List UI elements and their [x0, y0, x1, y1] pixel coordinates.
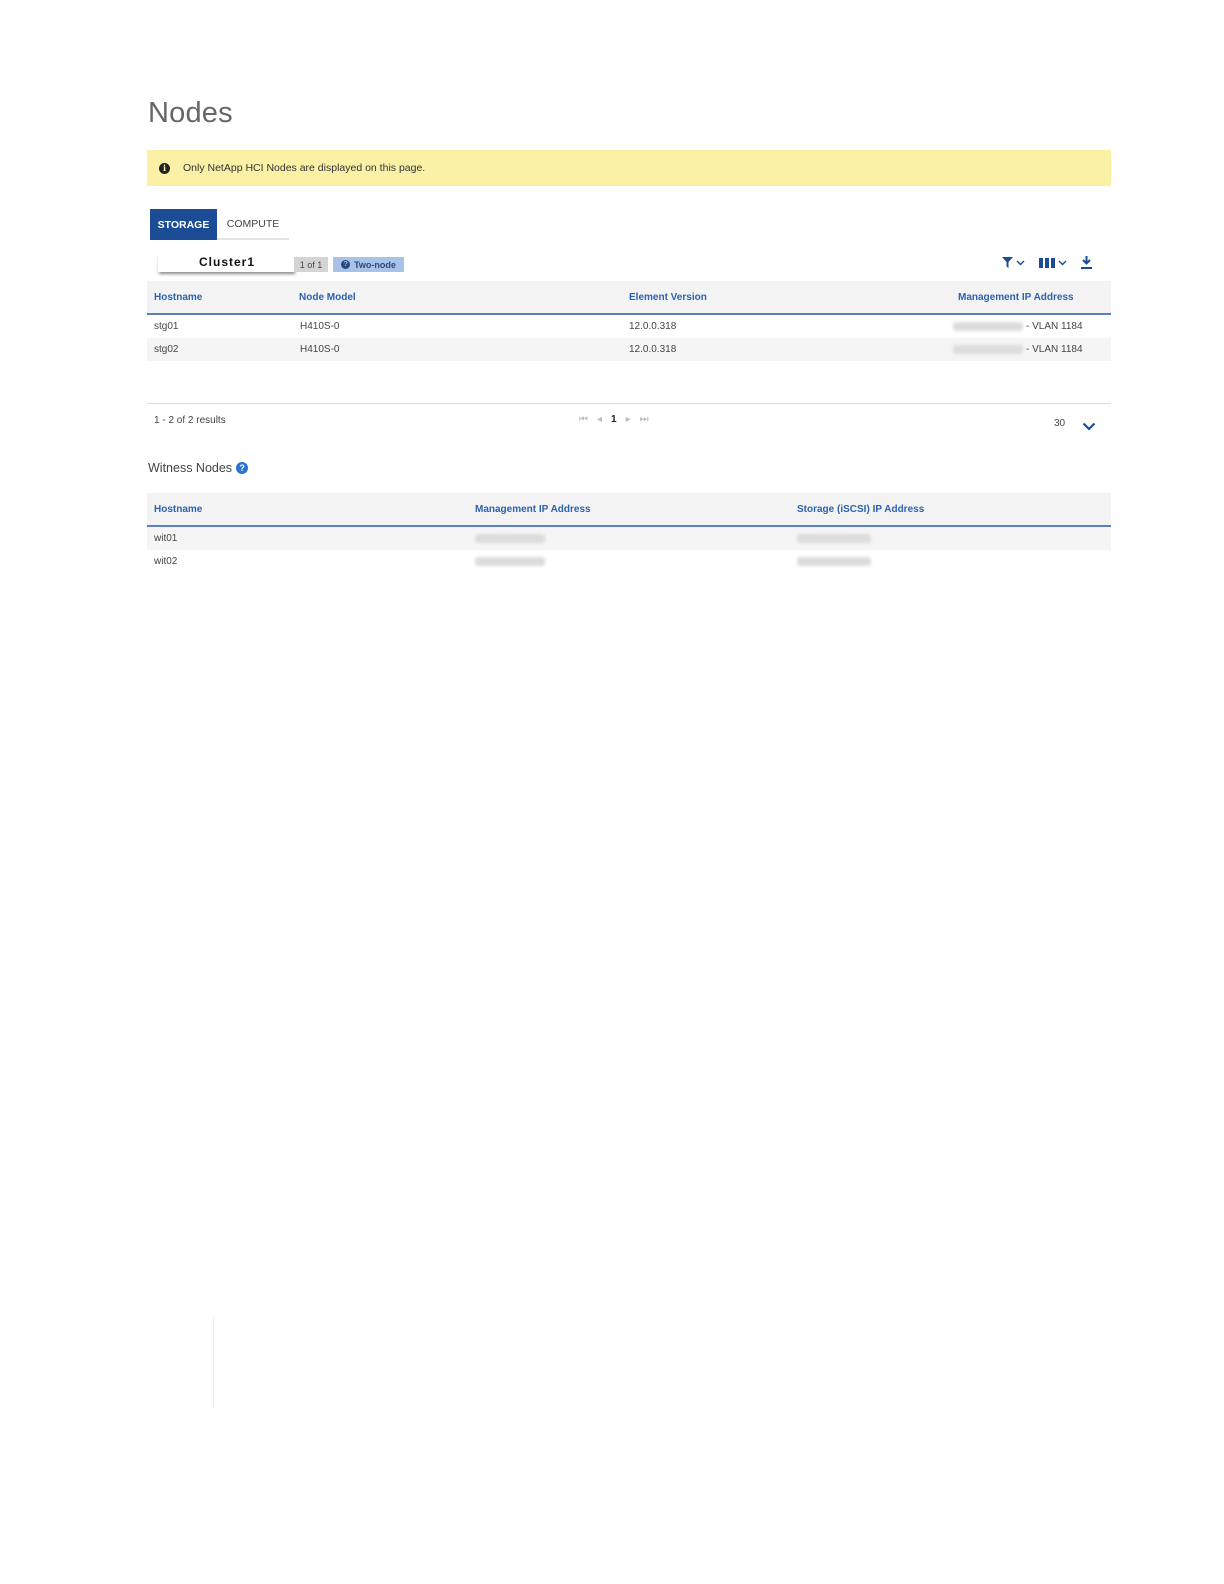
table-row[interactable]: stg02 H410S-0 12.0.0.318 - VLAN 1184 [147, 338, 1111, 361]
help-icon[interactable]: ? [236, 462, 249, 474]
tab-compute[interactable]: COMPUTE [217, 209, 289, 240]
column-header-hostname[interactable]: Hostname [147, 292, 293, 303]
witness-nodes-title: Witness Nodes [148, 461, 233, 475]
first-page-icon[interactable]: ⏮ [579, 414, 588, 425]
column-header-hostname[interactable]: Hostname [147, 504, 468, 515]
current-page[interactable]: 1 [611, 414, 617, 425]
download-button[interactable] [1081, 256, 1092, 269]
info-icon: i [159, 162, 170, 174]
witness-nodes-table: Hostname Management IP Address Storage (… [147, 493, 1111, 573]
results-count: 1 - 2 of 2 results [154, 415, 226, 426]
storage-ip-cell [789, 556, 1111, 567]
storage-ip-cell [789, 533, 1111, 544]
chevron-down-icon [1058, 260, 1067, 265]
download-icon [1081, 256, 1092, 269]
filter-button[interactable] [1002, 257, 1025, 268]
witness-nodes-heading: Witness Nodes ? [148, 461, 249, 475]
page-title: Nodes [148, 97, 233, 130]
node-model-cell: H410S-0 [300, 344, 340, 355]
column-header-node-model[interactable]: Node Model [293, 292, 623, 303]
table-row[interactable]: wit02 [147, 550, 1111, 573]
banner-message: Only NetApp HCI Nodes are displayed on t… [183, 162, 426, 174]
hostname-cell: stg01 [154, 321, 179, 332]
table-row[interactable]: stg01 H410S-0 12.0.0.318 - VLAN 1184 [147, 315, 1111, 338]
cluster-selector-row: Cluster1 1 of 1 ? Two-node [150, 252, 1110, 276]
prev-page-icon[interactable]: ◂ [597, 414, 602, 425]
divider [213, 1318, 214, 1408]
hostname-cell: wit01 [154, 533, 178, 544]
storage-nodes-table: Hostname Node Model Element Version Mana… [147, 281, 1111, 361]
node-type-tabs: STORAGE COMPUTE [150, 209, 289, 240]
management-ip-cell [468, 533, 789, 544]
chevron-down-icon [1082, 422, 1096, 431]
table-header: Hostname Management IP Address Storage (… [147, 493, 1111, 527]
filter-icon [1002, 257, 1013, 268]
table-header: Hostname Node Model Element Version Mana… [147, 281, 1111, 315]
pagination-divider [147, 403, 1111, 404]
redacted-ip [953, 344, 1023, 354]
management-ip-cell: - VLAN 1184 [953, 344, 1111, 355]
element-version-cell: 12.0.0.318 [629, 344, 677, 355]
last-page-icon[interactable]: ⏭ [640, 414, 649, 425]
hostname-cell: wit02 [154, 556, 178, 567]
tab-storage[interactable]: STORAGE [150, 209, 217, 240]
per-page-dropdown[interactable] [1082, 418, 1096, 436]
column-header-management-ip[interactable]: Management IP Address [953, 292, 1111, 303]
redacted-ip [475, 556, 545, 566]
management-ip-cell [468, 556, 789, 567]
redacted-ip [475, 533, 545, 543]
table-toolbar [1002, 256, 1092, 269]
pagination-controls: ⏮ ◂ 1 ▸ ⏭ [579, 414, 649, 425]
vlan-label: - VLAN 1184 [1026, 344, 1083, 355]
redacted-ip [797, 556, 871, 566]
column-header-storage-ip[interactable]: Storage (iSCSI) IP Address [789, 504, 1111, 515]
hostname-cell: stg02 [154, 344, 179, 355]
next-page-icon[interactable]: ▸ [626, 414, 631, 425]
columns-icon [1039, 257, 1055, 268]
cluster-mode-label: Two-node [354, 259, 396, 270]
redacted-ip [953, 321, 1023, 331]
column-header-management-ip[interactable]: Management IP Address [468, 504, 789, 515]
management-ip-cell: - VLAN 1184 [953, 321, 1111, 332]
chevron-down-icon [1016, 260, 1025, 265]
cluster-mode-badge: ? Two-node [333, 257, 404, 272]
info-banner: i Only NetApp HCI Nodes are displayed on… [147, 150, 1111, 186]
columns-button[interactable] [1039, 257, 1067, 268]
cluster-count-badge: 1 of 1 [294, 257, 328, 272]
redacted-ip [797, 533, 871, 543]
node-model-cell: H410S-0 [300, 321, 340, 332]
vlan-label: - VLAN 1184 [1026, 321, 1083, 332]
cluster-dropdown[interactable]: Cluster1 [158, 252, 296, 272]
table-row[interactable]: wit01 [147, 527, 1111, 550]
element-version-cell: 12.0.0.318 [629, 321, 677, 332]
question-icon: ? [341, 260, 351, 269]
column-header-element-version[interactable]: Element Version [623, 292, 953, 303]
per-page-value[interactable]: 30 [1054, 418, 1065, 429]
